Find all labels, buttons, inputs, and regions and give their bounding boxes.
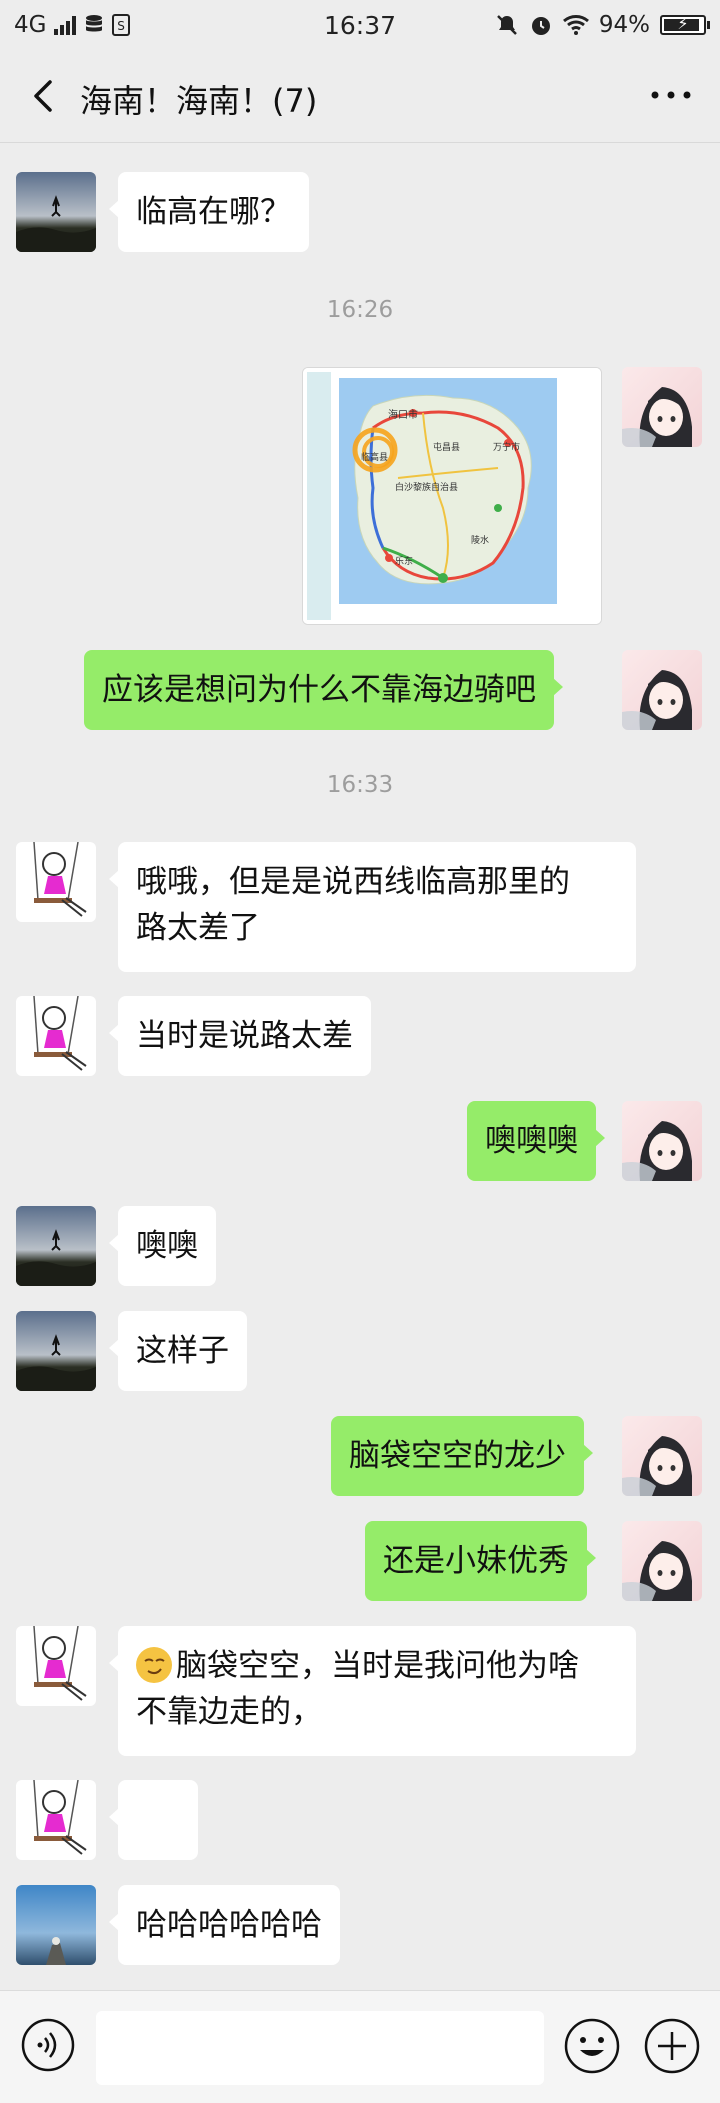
swing-cartoon-avatar[interactable] [16, 1626, 96, 1706]
map-label: 海口市 [388, 408, 418, 421]
message-timestamp: 16:26 [326, 297, 394, 323]
hainan-map-image: 海口市 临高县 屯昌县 万宁市 白沙黎族自治县 陵水 乐东 [303, 368, 601, 624]
anime-girl-avatar[interactable] [622, 1101, 702, 1181]
swing-cartoon-avatar[interactable] [16, 996, 96, 1076]
message-bubble-incoming[interactable]: 脑袋空空，当时是我问他为啥 不靠边走的， [109, 1626, 636, 1756]
message-bubble-outgoing[interactable]: 还是小妹优秀 [365, 1521, 596, 1601]
swing-cartoon-avatar[interactable] [16, 1780, 96, 1860]
anime-girl-avatar[interactable] [622, 1416, 702, 1496]
message-text: 脑袋空空，当时是我问他为啥 不靠边走的， [136, 1648, 579, 1730]
message-input[interactable] [96, 2011, 544, 2085]
map-label: 临高县 [361, 451, 388, 463]
map-label: 万宁市 [493, 441, 520, 453]
chat-title: 海南！海南！(7) [80, 82, 318, 120]
message-bubble-outgoing[interactable]: 噢噢噢 [467, 1101, 605, 1181]
message-bubble-outgoing[interactable]: 应该是想问为什么不靠海边骑吧 [84, 650, 563, 730]
wifi-icon [562, 15, 589, 35]
message-bubble-incoming[interactable]: 噢噢 [109, 1206, 216, 1286]
anime-girl-avatar[interactable] [622, 367, 702, 447]
message-bubble-incoming[interactable]: 这样子 [109, 1311, 247, 1391]
message-bubble-incoming[interactable]: 哦哦，但是是说西线临高那里的 路太差了 [109, 842, 636, 972]
alarm-icon [531, 17, 550, 35]
mute-icon [496, 15, 517, 35]
anime-girl-avatar[interactable] [622, 1521, 702, 1601]
more-options-icon[interactable] [648, 80, 694, 110]
swing-cartoon-avatar[interactable] [16, 842, 96, 922]
sky-silhouette-avatar[interactable] [16, 1206, 96, 1286]
sea-sky-avatar[interactable] [16, 1885, 96, 1965]
map-label: 白沙黎族自治县 [395, 481, 458, 493]
message-bubble-incoming[interactable]: 当时是说路太差 [109, 996, 371, 1076]
map-label: 乐东 [395, 555, 413, 567]
chat-header: 海南！海南！(7) [0, 50, 720, 143]
input-bar [0, 1990, 720, 2103]
battery-icon: ⚡ [660, 14, 710, 35]
message-bubble-outgoing[interactable]: 脑袋空空的龙少 [331, 1416, 593, 1496]
smirk-emoji-icon [136, 1647, 172, 1683]
status-bar: 4G S 16:37 94% ⚡ [0, 0, 720, 50]
back-arrow-icon[interactable] [24, 76, 64, 116]
status-right: 94% ⚡ [495, 12, 710, 38]
voice-input-icon[interactable] [20, 2017, 76, 2073]
sky-silhouette-avatar[interactable] [16, 1311, 96, 1391]
map-image-message[interactable]: 海口市 临高县 屯昌县 万宁市 白沙黎族自治县 陵水 乐东 [302, 367, 602, 625]
message-bubble-incoming[interactable] [109, 1780, 198, 1930]
add-more-icon[interactable] [643, 2017, 701, 2075]
message-bubble-incoming[interactable]: 哈哈哈哈哈哈 [109, 1885, 340, 1965]
emoji-picker-icon[interactable] [563, 2017, 621, 2075]
message-timestamp: 16:33 [326, 772, 394, 798]
anime-girl-avatar[interactable] [622, 650, 702, 730]
battery-percent: 94% [598, 12, 650, 38]
message-bubble-incoming[interactable]: 临高在哪？ [109, 172, 309, 252]
sky-silhouette-avatar[interactable] [16, 172, 96, 252]
map-label: 陵水 [471, 534, 489, 546]
map-label: 屯昌县 [433, 441, 460, 453]
